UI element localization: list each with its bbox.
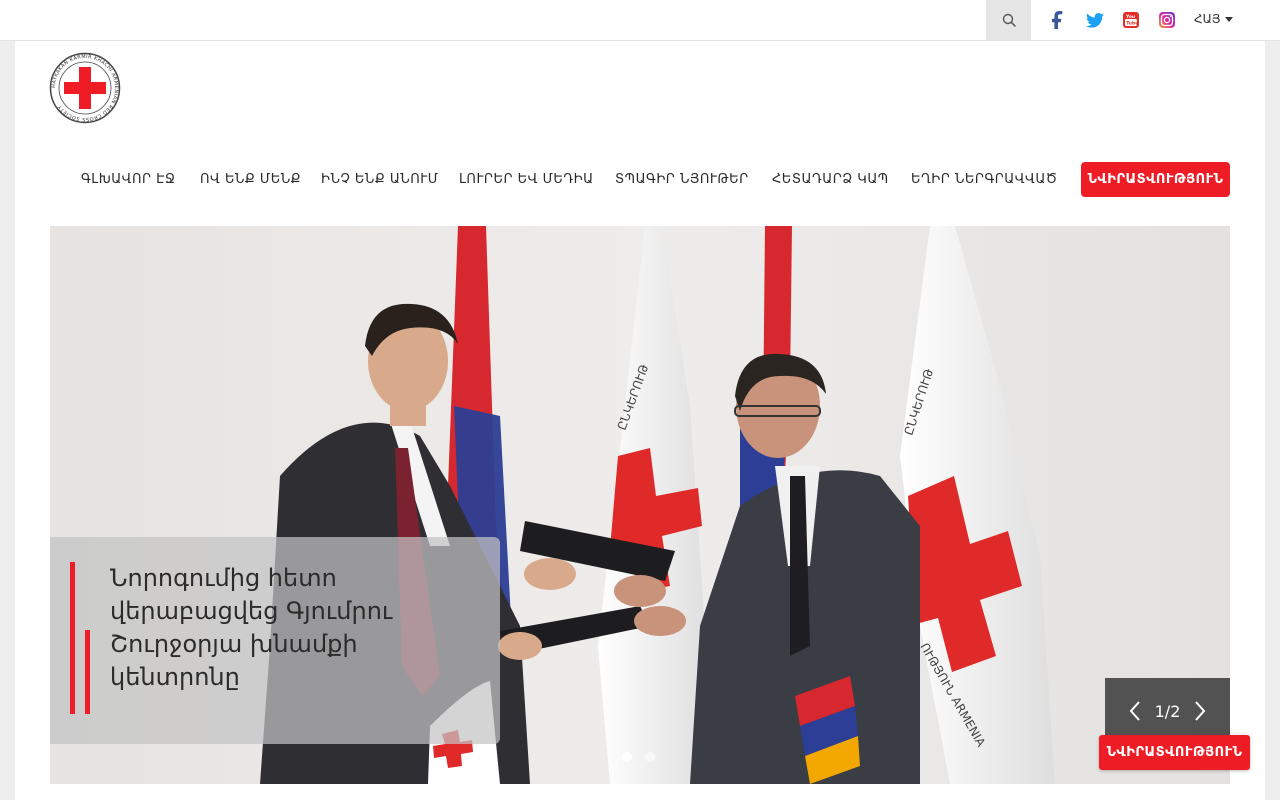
nav-item-about[interactable]: ՈՎ ԵՆՔ ՄԵՆՔ [200,162,301,198]
twitter-link[interactable] [1085,10,1105,30]
floating-donate-button[interactable]: ՆՎԻՐԱՏՎՈՒԹՅՈՒՆ [1099,735,1250,770]
nav-item-what-we-do[interactable]: ԻՆՉ ԵՆՔ ԱՆՈՒՄ [321,162,439,198]
svg-text:Tube: Tube [1126,21,1138,27]
youtube-link[interactable]: You Tube [1121,10,1141,30]
twitter-icon [1086,12,1104,28]
nav-item-home[interactable]: ԳԼԽԱՎՈՐ ԷՋ [81,162,175,198]
search-button[interactable] [986,0,1031,40]
language-selector[interactable]: ՀԱՅ [1194,12,1233,26]
hero-slider: ԸՆԿԵՐՈՒԹ ԸՆԿԵՐՈՒԹ ՈՒԹՅՈՒՆ ARMENIA Նորոգո… [50,226,1230,784]
search-icon [1002,13,1016,27]
slide-dots [622,752,655,762]
donate-button[interactable]: ՆՎԻՐԱՏՎՈՒԹՅՈՒՆ [1081,162,1230,197]
logo-icon: HAYKAKAN KARMIR KHACHI ARMENIAN RED CROS… [49,52,121,124]
caption-accent-bar [70,562,75,714]
slide-dot-1[interactable] [622,752,632,762]
nav-item-news[interactable]: ԼՈՒՐԵՐ ԵՎ ՄԵԴԻԱ [459,162,594,198]
nav-item-register[interactable]: ԵՂԻՐ ՆԵՐԳՐԱՎՎԱԾ [911,162,1058,198]
youtube-icon: You Tube [1123,12,1139,28]
caption-accent-bar [85,630,90,714]
main-nav: ԳԼԽԱՎՈՐ ԷՋ ՈՎ ԵՆՔ ՄԵՆՔ ԻՆՉ ԵՆՔ ԱՆՈՒՄ ԼՈՒ… [15,162,1265,198]
instagram-link[interactable] [1157,10,1177,30]
slide-dot-2[interactable] [645,752,655,762]
language-label: ՀԱՅ [1194,12,1221,26]
nav-item-contact[interactable]: ՀԵՏԱԴԱՐՁ ԿԱՊ [772,162,889,198]
prev-slide-button[interactable] [1123,699,1147,723]
top-bar: You Tube ՀԱՅ [0,0,1280,41]
slide-caption: Նորոգումից հետո վերաբացվեց Գյումրու Շուր… [50,537,500,744]
red-cross-logo[interactable]: HAYKAKAN KARMIR KHACHI ARMENIAN RED CROS… [49,52,121,124]
facebook-icon [1052,11,1063,29]
slide-counter: 1/2 [1154,701,1181,721]
chevron-right-icon [1195,701,1206,721]
chevron-left-icon [1129,701,1140,721]
main-container: HAYKAKAN KARMIR KHACHI ARMENIAN RED CROS… [15,41,1265,800]
facebook-link[interactable] [1048,10,1068,30]
instagram-icon [1159,12,1175,28]
chevron-down-icon [1224,16,1233,22]
next-slide-button[interactable] [1188,699,1212,723]
slide-title[interactable]: Նորոգումից հետո վերաբացվեց Գյումրու Շուր… [110,562,480,694]
svg-text:You: You [1125,14,1135,20]
nav-item-publications[interactable]: ՏՊԱԳԻՐ ՆՅՈՒԹԵՐ [615,162,749,198]
